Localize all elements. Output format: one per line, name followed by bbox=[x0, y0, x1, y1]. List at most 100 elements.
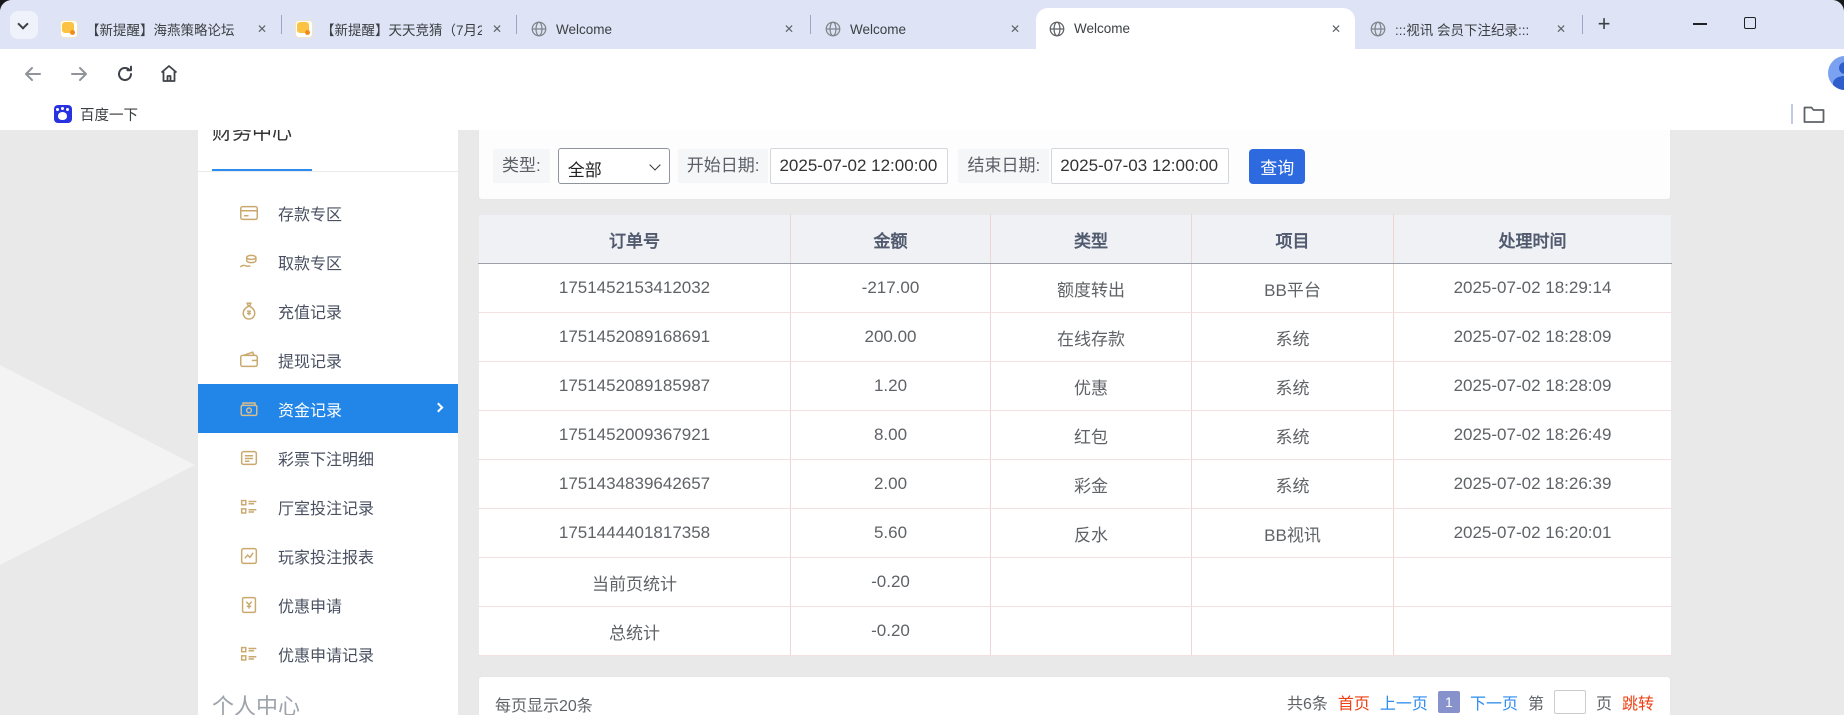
tab-divider bbox=[516, 15, 517, 34]
sidebar-item-label: 优惠申请记录 bbox=[278, 642, 374, 666]
pagination-controls: 共6条 首页 上一页 1 下一页 第 页 跳转 bbox=[1287, 690, 1654, 714]
cell-amount: -0.20 bbox=[791, 558, 991, 607]
sidebar-item-promo-apply-records[interactable]: 优惠申请记录 bbox=[198, 629, 458, 678]
forum-icon bbox=[60, 20, 78, 38]
cell-time: 2025-07-02 16:20:01 bbox=[1394, 509, 1672, 558]
divider bbox=[198, 171, 458, 172]
start-date-input[interactable] bbox=[770, 148, 948, 184]
jump-action-link[interactable]: 跳转 bbox=[1622, 690, 1654, 714]
sidebar-item-label: 存款专区 bbox=[278, 201, 342, 225]
table-row: 17514348396426572.00彩金系统2025-07-02 18:26… bbox=[479, 460, 1672, 509]
type-select[interactable]: 全部 bbox=[558, 148, 670, 184]
close-icon[interactable]: ✕ bbox=[1327, 20, 1345, 38]
bookmark-baidu[interactable]: 百度一下 bbox=[46, 101, 146, 127]
table-row: 17514520891859871.20优惠系统2025-07-02 18:28… bbox=[479, 362, 1672, 411]
table-row: 17514444018173585.60反水BB视讯2025-07-02 16:… bbox=[479, 509, 1672, 558]
bookmarks-bar: 百度一下 bbox=[0, 98, 1844, 130]
list-icon bbox=[238, 496, 260, 518]
cell-project: BB视讯 bbox=[1192, 509, 1394, 558]
tab-title: Welcome bbox=[850, 22, 1000, 37]
cash-record-icon bbox=[238, 398, 260, 420]
jump-suffix-text: 页 bbox=[1596, 690, 1612, 714]
tab-search-button[interactable] bbox=[10, 11, 38, 39]
close-icon[interactable]: ✕ bbox=[1552, 20, 1570, 38]
close-icon[interactable]: ✕ bbox=[488, 20, 506, 38]
sidebar-item-lottery-bet-details[interactable]: 彩票下注明细 bbox=[198, 433, 458, 482]
col-process-time: 处理时间 bbox=[1394, 215, 1672, 264]
sidebar-item-label: 玩家投注报表 bbox=[278, 544, 374, 568]
query-button[interactable]: 查询 bbox=[1249, 149, 1305, 184]
tab-4[interactable]: Welcome ✕ bbox=[812, 9, 1034, 49]
close-icon[interactable]: ✕ bbox=[1006, 20, 1024, 38]
first-page-link[interactable]: 首页 bbox=[1338, 690, 1370, 714]
arrow-left-icon bbox=[22, 63, 44, 85]
minimize-button[interactable] bbox=[1693, 23, 1707, 25]
background-triangle-decoration bbox=[0, 365, 195, 565]
tab-title: Welcome bbox=[1074, 21, 1321, 36]
cell-time: 2025-07-02 18:26:49 bbox=[1394, 411, 1672, 460]
sidebar-section-title: 财务中心 bbox=[212, 130, 292, 150]
maximize-button[interactable] bbox=[1744, 17, 1756, 29]
sidebar: 财务中心 存款专区 取款专区 充值记录 提现记录 资金记录 bbox=[198, 130, 458, 715]
sidebar-item-promo-apply[interactable]: 优惠申请 bbox=[198, 580, 458, 629]
prev-page-link[interactable]: 上一页 bbox=[1380, 690, 1428, 714]
type-select-value: 全部 bbox=[568, 156, 602, 181]
sidebar-item-recharge-records[interactable]: 充值记录 bbox=[198, 286, 458, 335]
table-summary-row-total: 总统计-0.20 bbox=[479, 607, 1672, 656]
end-date-input[interactable] bbox=[1051, 148, 1229, 184]
list-icon bbox=[238, 643, 260, 665]
reload-icon bbox=[115, 64, 135, 84]
profile-avatar[interactable] bbox=[1828, 56, 1844, 90]
sidebar-item-fund-records[interactable]: 资金记录 bbox=[198, 384, 458, 433]
bookmarks-folder-icon[interactable] bbox=[1802, 103, 1826, 125]
type-label: 类型: bbox=[493, 149, 550, 183]
tab-divider bbox=[810, 15, 811, 34]
jump-page-input[interactable] bbox=[1554, 690, 1586, 714]
page-content: 财务中心 存款专区 取款专区 充值记录 提现记录 资金记录 bbox=[0, 130, 1844, 715]
back-button[interactable] bbox=[16, 57, 50, 91]
tab-title: :::视讯 会员下注纪录::: bbox=[1395, 19, 1546, 39]
globe-icon bbox=[1048, 20, 1066, 38]
cell-summary-label: 总统计 bbox=[479, 607, 791, 656]
sidebar-item-label: 充值记录 bbox=[278, 299, 342, 323]
sidebar-item-withdraw-records[interactable]: 提现记录 bbox=[198, 335, 458, 384]
sidebar-item-player-bet-report[interactable]: 玩家投注报表 bbox=[198, 531, 458, 580]
col-type: 类型 bbox=[991, 215, 1192, 264]
cell-time: 2025-07-02 18:26:39 bbox=[1394, 460, 1672, 509]
sidebar-item-deposit-zone[interactable]: 存款专区 bbox=[198, 188, 458, 237]
home-button[interactable] bbox=[152, 57, 186, 91]
arrow-right-icon bbox=[68, 63, 90, 85]
cell-order-no: 1751452089185987 bbox=[479, 362, 791, 411]
tab-2[interactable]: 【新提醒】天天竞猜（7月2 ✕ bbox=[283, 9, 516, 49]
table-summary-row-page: 当前页统计-0.20 bbox=[479, 558, 1672, 607]
cell-project: BB平台 bbox=[1192, 264, 1394, 313]
tab-5-active[interactable]: Welcome ✕ bbox=[1036, 8, 1355, 49]
money-bag-icon bbox=[238, 300, 260, 322]
tab-1[interactable]: 【新提醒】海燕策略论坛 ✕ bbox=[48, 9, 281, 49]
filter-panel: 类型: 全部 开始日期: 结束日期: 查询 bbox=[478, 130, 1671, 200]
forward-button[interactable] bbox=[62, 57, 96, 91]
sidebar-item-withdraw-zone[interactable]: 取款专区 bbox=[198, 237, 458, 286]
cell-summary-label: 当前页统计 bbox=[479, 558, 791, 607]
new-tab-button[interactable]: + bbox=[1590, 11, 1618, 39]
tab-divider bbox=[1582, 15, 1583, 34]
cell-type: 额度转出 bbox=[991, 264, 1192, 313]
tab-6[interactable]: :::视讯 会员下注纪录::: ✕ bbox=[1357, 9, 1580, 49]
next-page-link[interactable]: 下一页 bbox=[1470, 690, 1518, 714]
cell-project: 系统 bbox=[1192, 460, 1394, 509]
filter-row: 类型: 全部 开始日期: 结束日期: 查询 bbox=[493, 148, 1305, 184]
globe-icon bbox=[530, 20, 548, 38]
tab-3[interactable]: Welcome ✕ bbox=[518, 9, 808, 49]
cell-type: 彩金 bbox=[991, 460, 1192, 509]
current-page-badge[interactable]: 1 bbox=[1438, 691, 1460, 713]
table-row: 1751452089168691200.00在线存款系统2025-07-02 1… bbox=[479, 313, 1672, 362]
globe-icon bbox=[824, 20, 842, 38]
close-icon[interactable]: ✕ bbox=[253, 20, 271, 38]
table-header-row: 订单号 金额 类型 项目 处理时间 bbox=[479, 215, 1672, 264]
sidebar-item-hall-bet-records[interactable]: 厅室投注记录 bbox=[198, 482, 458, 531]
globe-icon bbox=[1369, 20, 1387, 38]
reload-button[interactable] bbox=[108, 57, 142, 91]
cell-type: 优惠 bbox=[991, 362, 1192, 411]
page-size-text: 每页显示20条 bbox=[495, 692, 593, 715]
close-icon[interactable]: ✕ bbox=[780, 20, 798, 38]
